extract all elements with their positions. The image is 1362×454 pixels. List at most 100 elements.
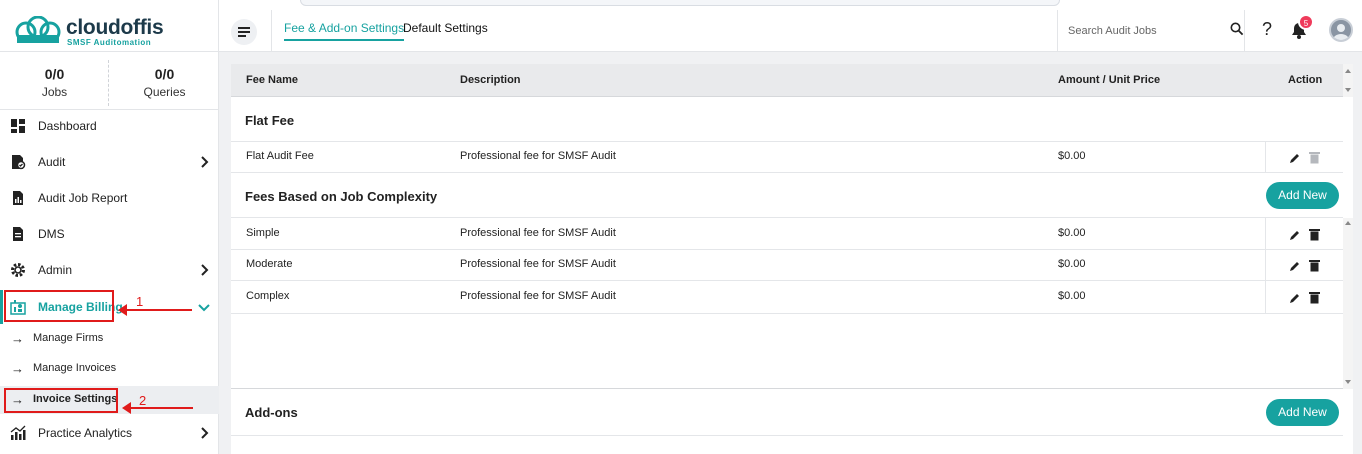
sidebar-item-label: Practice Analytics — [38, 426, 133, 440]
section-title-complexity: Fees Based on Job Complexity — [245, 189, 438, 204]
tab-fee-addon-settings[interactable]: Fee & Add-on Settings — [284, 21, 405, 41]
edit-pencil-icon[interactable] — [1289, 292, 1301, 304]
sidebar-item-label: DMS — [38, 227, 65, 241]
table-row: Flat Audit Fee Professional fee for SMSF… — [231, 142, 1343, 173]
table-row: Simple Professional fee for SMSF Audit $… — [231, 218, 1343, 250]
help-icon[interactable]: ? — [1262, 19, 1272, 40]
delete-trash-icon[interactable] — [1309, 291, 1320, 304]
annotation-box-2 — [4, 388, 118, 413]
chevron-down-icon — [198, 304, 210, 312]
sidebar-subitem-manage-invoices[interactable]: → Manage Invoices — [0, 355, 219, 383]
tab-default-settings[interactable]: Default Settings — [403, 21, 488, 35]
sidebar-item-practice-analytics[interactable]: Practice Analytics — [0, 416, 219, 450]
subitem-label: Manage Firms — [33, 332, 104, 344]
column-action: Action — [1288, 74, 1323, 86]
edit-pencil-icon[interactable] — [1289, 260, 1301, 272]
sidebar-item-audit-job-report[interactable]: Audit Job Report — [0, 181, 219, 215]
notification-badge: 5 — [1298, 14, 1314, 30]
sidebar-item-dashboard[interactable]: Dashboard — [0, 109, 219, 143]
action-divider — [1265, 250, 1266, 280]
sidebar-item-admin[interactable]: Admin — [0, 253, 219, 287]
description-cell: Professional fee for SMSF Audit — [460, 227, 616, 239]
section-title-flat-fee: Flat Fee — [245, 113, 295, 128]
search-input[interactable] — [1068, 22, 1218, 40]
chevron-right-icon — [201, 156, 209, 168]
add-new-complexity-fee-button[interactable]: Add New — [1266, 182, 1339, 209]
hamburger-menu-button[interactable] — [231, 19, 257, 45]
jobs-count: 0/0 — [44, 66, 65, 82]
edit-pencil-icon[interactable] — [1289, 152, 1301, 164]
chevron-right-icon — [201, 427, 209, 439]
fee-name-cell: Simple — [246, 227, 280, 239]
action-divider — [1265, 142, 1266, 172]
edit-pencil-icon[interactable] — [1289, 229, 1301, 241]
cloud-logo-icon — [15, 16, 61, 43]
stats-divider — [108, 60, 109, 106]
annotation-arrow-1 — [118, 304, 192, 316]
address-bar — [300, 0, 1060, 6]
sidebar-subitem-manage-firms[interactable]: → Manage Firms — [0, 325, 219, 353]
scroll-up-icon[interactable] — [1345, 69, 1351, 73]
divider — [231, 435, 1343, 436]
amount-cell: $0.00 — [1058, 290, 1086, 302]
subitem-label: Manage Invoices — [33, 362, 117, 374]
arrow-right-icon: → — [11, 361, 24, 376]
action-divider — [1265, 281, 1266, 313]
logo[interactable]: cloudoffis SMSF Auditomation — [14, 14, 214, 48]
scroll-down-icon[interactable] — [1345, 380, 1351, 384]
column-description: Description — [460, 74, 521, 86]
stats-panel: 0/0 Jobs 0/0 Queries — [0, 52, 219, 110]
annotation-marker-2: 2 — [139, 393, 147, 408]
search-icon[interactable] — [1230, 22, 1244, 36]
sidebar: cloudoffis SMSF Auditomation 0/0 Jobs 0/… — [0, 0, 219, 454]
menu-line — [238, 27, 250, 29]
jobs-label: Jobs — [41, 85, 68, 99]
amount-cell: $0.00 — [1058, 258, 1086, 270]
queries-stat[interactable]: 0/0 Queries — [110, 66, 219, 99]
delete-trash-icon[interactable] — [1309, 228, 1320, 241]
sidebar-item-audit[interactable]: Audit — [0, 145, 219, 179]
report-icon — [13, 191, 23, 205]
sidebar-item-label: Admin — [38, 263, 73, 277]
add-new-addon-button[interactable]: Add New — [1266, 399, 1339, 426]
menu-line — [238, 35, 246, 37]
fee-settings-panel: Fee Name Description Amount / Unit Price… — [231, 64, 1353, 454]
table-header: Fee Name Description Amount / Unit Price… — [231, 64, 1343, 97]
section-title-addons: Add-ons — [245, 405, 298, 420]
column-amount: Amount / Unit Price — [1058, 74, 1161, 86]
top-header: Fee & Add-on Settings Default Settings ?… — [219, 10, 1362, 52]
amount-cell: $0.00 — [1058, 150, 1086, 162]
sidebar-item-label: Audit Job Report — [38, 191, 128, 205]
brand-tagline: SMSF Auditomation — [67, 38, 152, 47]
document-icon — [13, 227, 23, 241]
chevron-right-icon — [201, 264, 209, 276]
avatar[interactable] — [1329, 18, 1353, 42]
action-divider — [1265, 218, 1266, 249]
table-row: Moderate Professional fee for SMSF Audit… — [231, 250, 1343, 281]
divider — [231, 388, 1343, 389]
description-cell: Professional fee for SMSF Audit — [460, 150, 616, 162]
scroll-down-icon[interactable] — [1345, 88, 1351, 92]
dashboard-icon — [11, 119, 25, 133]
header-scrollbar[interactable] — [1343, 64, 1353, 97]
search-box — [1057, 10, 1245, 52]
delete-trash-icon[interactable] — [1309, 259, 1320, 272]
table-row: Complex Professional fee for SMSF Audit … — [231, 281, 1343, 314]
admin-gear-icon — [11, 263, 25, 277]
sidebar-item-dms[interactable]: DMS — [0, 217, 219, 251]
fee-name-cell: Moderate — [246, 258, 293, 270]
description-cell: Professional fee for SMSF Audit — [460, 258, 616, 270]
section-scrollbar[interactable] — [1343, 218, 1353, 389]
sidebar-item-label: Dashboard — [38, 119, 97, 133]
menu-line — [238, 31, 250, 33]
jobs-stat[interactable]: 0/0 Jobs — [0, 66, 109, 99]
delete-trash-icon-disabled — [1309, 152, 1320, 164]
annotation-marker-1: 1 — [136, 294, 144, 309]
amount-cell: $0.00 — [1058, 227, 1086, 239]
queries-count: 0/0 — [154, 66, 175, 82]
scroll-up-icon[interactable] — [1345, 221, 1351, 225]
sidebar-item-label: Audit — [38, 155, 66, 169]
queries-label: Queries — [143, 85, 186, 99]
divider — [271, 10, 272, 52]
brand-name: cloudoffis — [66, 16, 164, 39]
